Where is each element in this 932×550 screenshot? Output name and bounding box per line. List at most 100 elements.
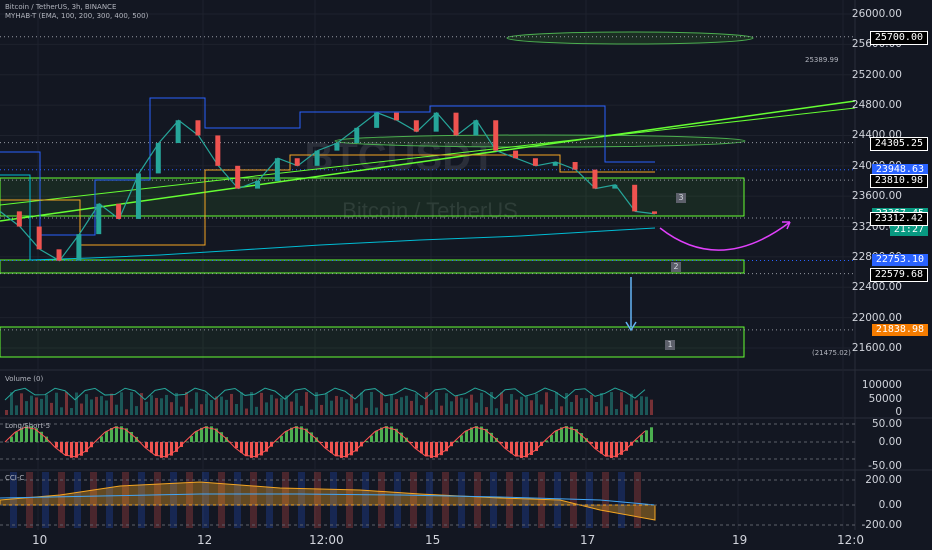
volume-bar (445, 393, 448, 415)
volume-bar (640, 396, 643, 415)
volume-bar (35, 397, 38, 415)
volume-bar (345, 399, 348, 415)
price-tag: 22579.68 (869, 267, 928, 282)
volume-bar (115, 404, 118, 415)
ls-bar (235, 442, 238, 449)
volume-bar (335, 395, 338, 415)
candle (433, 112, 439, 132)
candle (116, 203, 122, 219)
candle (393, 112, 399, 121)
candle (274, 158, 280, 181)
volume-bar (520, 396, 523, 415)
volume-bar (620, 392, 623, 415)
chart-canvas[interactable]: BTCUSDTBitcoin / TetherUS (0, 0, 932, 550)
candle (36, 226, 42, 250)
candle (374, 112, 380, 128)
time-tick-label: 19 (732, 533, 748, 547)
indicator-title: MYHAB-T (EMA, 100, 200, 300, 400, 500) (5, 12, 149, 20)
candle (473, 120, 479, 136)
volume-bar (310, 409, 313, 415)
volume-pane-label: Volume (0) (5, 375, 44, 383)
volume-bar (65, 392, 68, 415)
volume-bar (270, 394, 273, 415)
volume-bar (280, 397, 283, 415)
volume-bar (200, 404, 203, 415)
volume-bar (415, 393, 418, 415)
volume-bar (235, 404, 238, 415)
ls-bar (515, 442, 518, 457)
ls-bar (20, 428, 23, 442)
volume-bar (245, 408, 248, 415)
volume-bar (100, 396, 103, 415)
ls-bar (150, 442, 153, 453)
ls-bar (595, 442, 598, 450)
volume-bar (55, 392, 58, 415)
volume-bar (425, 392, 428, 415)
chart-background (0, 0, 932, 550)
volume-bar (105, 400, 108, 415)
zone-number: 1 (665, 340, 675, 350)
cci-tick-label: -200.00 (861, 519, 902, 531)
volume-bar (205, 393, 208, 415)
volume-bar (485, 407, 488, 415)
volume-bar (300, 405, 303, 415)
ls-bar (425, 442, 428, 457)
ls-tick-label: 0.00 (878, 436, 902, 448)
cci-tick-label: 0.00 (878, 499, 902, 511)
volume-bar (40, 398, 43, 415)
volume-bar (480, 392, 483, 415)
volume-bar (170, 402, 173, 415)
volume-bar (325, 393, 328, 415)
ls-bar (250, 442, 253, 458)
volume-bar (440, 405, 443, 415)
price-tick-label: 23600.00 (851, 190, 902, 203)
price-tick-label: 26000.00 (851, 8, 902, 20)
ls-bar (340, 442, 343, 458)
volume-bar (555, 392, 558, 415)
candle (413, 120, 419, 132)
volume-bar (45, 394, 48, 415)
volume-bar (380, 392, 383, 415)
volume-bar (250, 392, 253, 415)
volume-bar (495, 408, 498, 415)
volume-bar (575, 395, 578, 415)
volume-bar (545, 392, 548, 415)
volume-bar (60, 407, 63, 415)
volume-bar (225, 399, 228, 415)
ls-bar (560, 427, 563, 442)
volume-bar (365, 407, 368, 415)
ls-bar (465, 430, 468, 442)
cci-tick-label: 200.00 (865, 474, 902, 486)
low-annotation: (21475.02) (812, 349, 851, 357)
volume-bar (320, 404, 323, 415)
price-tag: 22753.10 (871, 254, 928, 267)
price-tick-label: 22000.00 (851, 311, 902, 324)
volume-bar (595, 401, 598, 415)
candle (235, 165, 241, 189)
ls-bar (200, 427, 203, 442)
volume-bar (265, 402, 268, 415)
candle (652, 211, 657, 214)
price-tick-label: 21600.00 (851, 342, 902, 354)
volume-bar (540, 404, 543, 415)
volume-bar (410, 400, 413, 415)
volume-bar (145, 401, 148, 415)
volume-bar (255, 406, 258, 415)
volume-bar (510, 394, 513, 415)
ls-bar (115, 426, 118, 442)
ls-bar (385, 426, 388, 442)
volume-bar (525, 396, 528, 415)
volume-bar (15, 405, 18, 415)
ls-bar (375, 430, 378, 442)
volume-bar (125, 409, 128, 415)
volume-bar (435, 392, 438, 415)
ls-tick-label: -50.00 (868, 460, 902, 472)
volume-bar (420, 405, 423, 415)
volume-bar (190, 408, 193, 415)
volume-bar (355, 403, 358, 415)
volume-bar (75, 392, 78, 415)
zone-2 (0, 259, 745, 274)
volume-bar (465, 398, 468, 415)
volume-bar (645, 396, 648, 415)
candle (572, 162, 578, 170)
